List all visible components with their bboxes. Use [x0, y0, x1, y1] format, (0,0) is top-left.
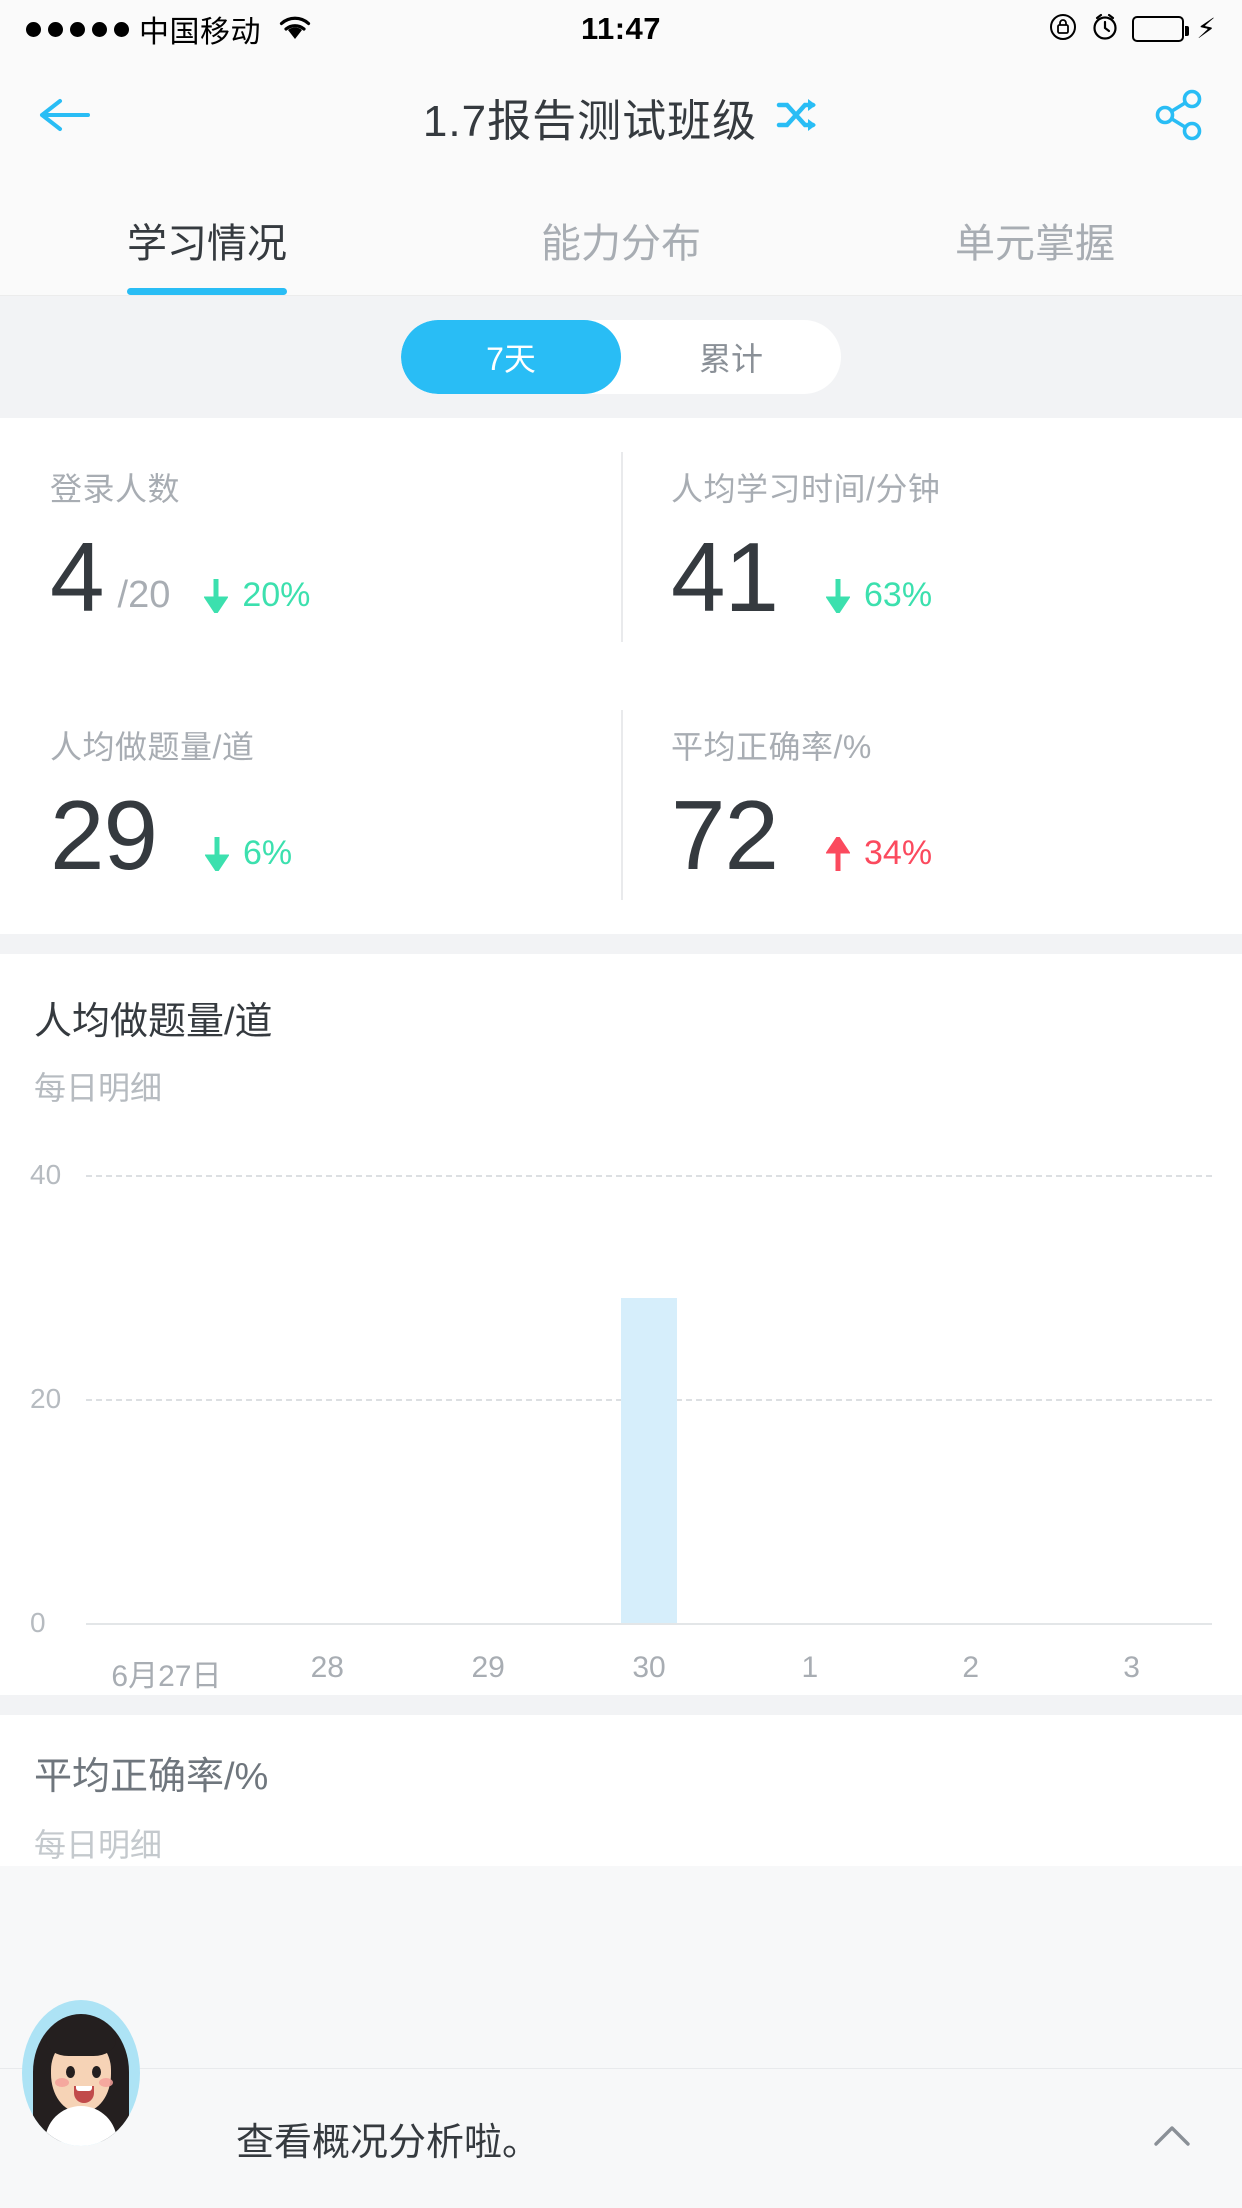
tab-label: 单元掌握 [955, 222, 1115, 266]
range-option-label: 7天 [486, 341, 536, 377]
stat-divider [621, 710, 623, 900]
stat-divider [621, 452, 623, 642]
x-axis-tick: 29 [471, 1651, 505, 1684]
avatar-cheek-right [99, 2078, 113, 2087]
stat-delta-value: 63% [864, 576, 933, 615]
chart-plot-area: 40 20 0 [0, 1159, 1242, 1638]
next-chart-title: 平均正确率/% [34, 1756, 269, 1798]
stat-value: 4 [50, 522, 105, 632]
x-axis-tick: 3 [1123, 1651, 1140, 1684]
stats-grid: 登录人数 4 /20 20% 人均学习时间/分钟 41 63% 人均做题量/道 … [0, 418, 1242, 934]
shuffle-icon[interactable] [775, 95, 819, 140]
stat-delta: 34% [825, 834, 933, 880]
stat-value: 41 [671, 522, 779, 632]
range-option-7days[interactable]: 7天 [401, 320, 621, 394]
tab-bar: 学习情况 能力分布 单元掌握 [0, 176, 1242, 296]
x-axis-tick: 30 [632, 1651, 666, 1684]
y-axis-tick-40: 40 [30, 1159, 62, 1190]
stats-row: 人均做题量/道 29 6% 平均正确率/% 72 34% [0, 676, 1242, 934]
stats-row: 登录人数 4 /20 20% 人均学习时间/分钟 41 63% [0, 418, 1242, 676]
chart-subtitle: 每日明细 [34, 1070, 163, 1106]
bar-slot[interactable] [1051, 1163, 1212, 1623]
stat-delta: 6% [204, 834, 293, 880]
avatar-eye-right [92, 2066, 101, 2078]
range-toggle[interactable]: 7天 累计 [401, 320, 841, 394]
bar [621, 1298, 677, 1623]
stat-delta-value: 20% [242, 576, 311, 615]
stat-value: 29 [50, 780, 158, 890]
tab-active-indicator [127, 288, 287, 295]
avatar-cheek-left [55, 2078, 69, 2087]
arrow-up-icon [825, 834, 851, 871]
stat-delta: 63% [825, 576, 933, 622]
x-axis-labels: 6月27日 28 29 30 1 2 3 [0, 1651, 1242, 1695]
avatar-eye-left [66, 2066, 75, 2078]
stat-label: 登录人数 [50, 471, 181, 507]
stat-card-avg-study-time[interactable]: 人均学习时间/分钟 41 63% [621, 418, 1242, 676]
y-axis-tick-0: 0 [30, 1607, 46, 1638]
range-toggle-container: 7天 累计 [0, 296, 1242, 418]
stat-delta-value: 6% [243, 834, 293, 873]
range-option-label: 累计 [698, 341, 763, 377]
assistant-avatar[interactable] [22, 2000, 140, 2146]
stat-card-avg-questions[interactable]: 人均做题量/道 29 6% [0, 676, 621, 934]
stat-suffix: /20 [117, 574, 171, 617]
bar-slot[interactable] [408, 1163, 569, 1623]
x-axis-line [86, 1623, 1212, 1625]
bar-slot[interactable] [729, 1163, 890, 1623]
app-screen: 中国移动 11:47 ⚡ 1.7报告测试班级 学习情况 能力分布 单元掌握 7天… [0, 0, 1242, 2208]
y-axis-tick-20: 20 [30, 1383, 62, 1414]
bar-slot[interactable] [890, 1163, 1051, 1623]
section-gap [0, 934, 1242, 954]
header-bar: 1.7报告测试班级 [0, 58, 1242, 176]
chart-card-avg-questions: 人均做题量/道 每日明细 40 20 0 6月27日 28 29 30 1 2 … [0, 954, 1242, 1695]
clock-label: 11:47 [580, 11, 662, 46]
tab-label: 学习情况 [127, 222, 287, 266]
chart-card-avg-accuracy: 平均正确率/% 每日明细 [0, 1715, 1242, 1866]
stat-label: 平均正确率/% [671, 729, 872, 765]
bar-slot[interactable] [569, 1163, 730, 1623]
x-axis-tick: 28 [310, 1651, 344, 1684]
share-button[interactable] [1150, 86, 1208, 149]
next-chart-subtitle: 每日明细 [34, 1827, 163, 1863]
tab-study-situation[interactable]: 学习情况 [0, 176, 414, 295]
stat-value: 72 [671, 780, 779, 890]
arrow-down-icon [203, 578, 230, 616]
chart-bars [86, 1163, 1212, 1623]
page-title: 1.7报告测试班级 [422, 97, 758, 146]
tab-ability-distribution[interactable]: 能力分布 [414, 176, 828, 295]
stat-value-row: 4 /20 20% [50, 522, 621, 632]
bar-slot[interactable] [86, 1163, 247, 1623]
arrow-down-icon [825, 578, 851, 616]
stat-label: 人均做题量/道 [50, 729, 255, 765]
stat-label: 人均学习时间/分钟 [671, 471, 941, 507]
chart-title: 人均做题量/道 [34, 1001, 273, 1043]
back-button[interactable] [34, 93, 92, 142]
assistant-message: 查看概况分析啦。 [236, 2122, 541, 2164]
tab-label: 能力分布 [541, 222, 701, 266]
x-axis-tick: 2 [962, 1651, 980, 1684]
section-gap [0, 1695, 1242, 1715]
chevron-up-icon[interactable] [1146, 2117, 1198, 2160]
avatar-bangs [46, 2018, 116, 2056]
battery-icon [1132, 16, 1190, 42]
header-title-group: 1.7报告测试班级 [0, 85, 1242, 149]
x-axis-tick: 6月27日 [111, 1660, 222, 1693]
tab-unit-mastery[interactable]: 单元掌握 [828, 176, 1242, 295]
range-option-cumulative[interactable]: 累计 [621, 320, 841, 394]
assistant-bar[interactable]: 查看概况分析啦。 [0, 2068, 1242, 2208]
share-icon [1150, 86, 1208, 149]
stat-card-avg-accuracy[interactable]: 平均正确率/% 72 34% [621, 676, 1242, 934]
arrow-down-icon [204, 836, 230, 874]
bar-slot[interactable] [247, 1163, 408, 1623]
status-bar: 中国移动 11:47 ⚡ [0, 0, 1242, 58]
stat-value-row: 72 34% [671, 780, 1242, 890]
stat-delta: 20% [203, 576, 311, 622]
x-axis-tick: 1 [801, 1651, 819, 1684]
stat-value-row: 41 63% [671, 522, 1242, 632]
stat-card-login-count[interactable]: 登录人数 4 /20 20% [0, 418, 621, 676]
stat-delta-value: 34% [864, 834, 933, 873]
stat-value-row: 29 6% [50, 780, 621, 890]
arrow-left-icon [34, 93, 92, 142]
